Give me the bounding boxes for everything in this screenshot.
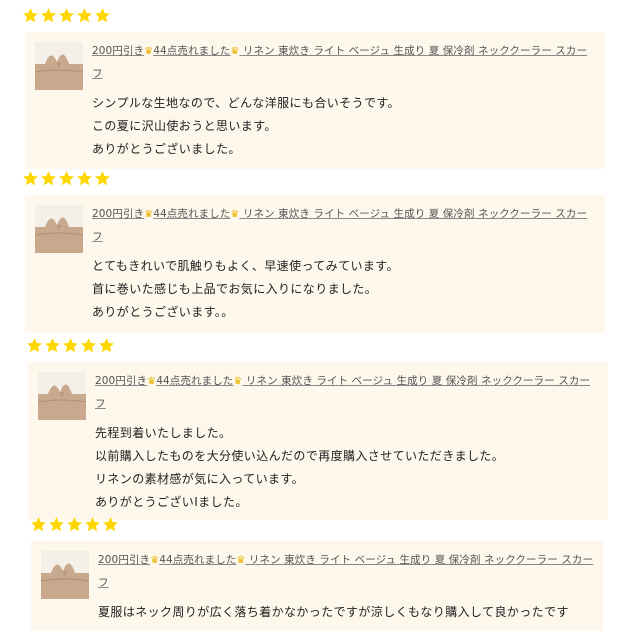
star-rating xyxy=(22,170,111,187)
review-line: この夏に沢山使おうと思います。 xyxy=(92,119,277,133)
crown-icon: ♛ xyxy=(147,376,157,387)
review-card: 200円引き♛44点売れました♛ リネン 東炊き ライト ベージュ 生成り 夏 … xyxy=(31,541,603,631)
crown-icon: ♛ xyxy=(150,555,160,566)
star-icon xyxy=(26,337,43,354)
star-rating xyxy=(22,7,111,24)
review-line: ありがとうございました。 xyxy=(92,142,241,156)
review-text: 先程到着いたしました。 以前購入したものを大分使い込んだので再度購入させていただ… xyxy=(95,422,595,514)
star-icon xyxy=(80,337,97,354)
star-icon xyxy=(94,170,111,187)
product-thumbnail[interactable] xyxy=(41,551,89,599)
star-icon xyxy=(22,170,39,187)
star-icon xyxy=(58,170,75,187)
product-link[interactable]: 200円引き♛44点売れました♛ リネン 東炊き ライト ベージュ 生成り 夏 … xyxy=(95,370,595,416)
star-icon xyxy=(102,516,119,533)
product-thumbnail[interactable] xyxy=(35,205,83,253)
star-icon xyxy=(94,7,111,24)
review-line: 以前購入したものを大分使い込んだので再度購入させていただきました。 xyxy=(95,449,505,463)
product-thumbnail[interactable] xyxy=(38,372,86,420)
review-card: 200円引き♛44点売れました♛ リネン 東炊き ライト ベージュ 生成り 夏 … xyxy=(28,362,608,520)
star-icon xyxy=(30,516,47,533)
star-icon xyxy=(22,7,39,24)
product-link[interactable]: 200円引き♛44点売れました♛ リネン 東炊き ライト ベージュ 生成り 夏 … xyxy=(92,203,592,249)
product-title-part: 200円引き xyxy=(92,45,145,57)
star-icon xyxy=(40,7,57,24)
review-line: ありがとうございIました。 xyxy=(95,495,248,509)
star-icon xyxy=(44,337,61,354)
product-link[interactable]: 200円引き♛44点売れました♛ リネン 東炊き ライト ベージュ 生成り 夏 … xyxy=(98,549,598,595)
star-icon xyxy=(48,516,65,533)
product-title-part: リネン 東炊き ライト ベージュ 生成り 夏 保冷剤 ネッククーラー スカー xyxy=(245,554,594,566)
product-title-part: 200円引き xyxy=(98,554,151,566)
product-title-part: リネン 東炊き ライト ベージュ 生成り 夏 保冷剤 ネッククーラー スカー xyxy=(242,375,591,387)
review-text: シンプルな生地なので、どんな洋服にも合いそうです。 この夏に沢山使おうと思います… xyxy=(92,92,592,161)
product-title-part: 44点売れました xyxy=(153,208,231,220)
review-line: 首に巻いた感じも上品でお気に入りになりました。 xyxy=(92,282,378,296)
star-icon xyxy=(66,516,83,533)
review-line: とてもきれいで肌触りもよく、早速使ってみています。 xyxy=(92,259,399,273)
review-line: リネンの素材感が気に入っています。 xyxy=(95,472,305,486)
crown-icon: ♛ xyxy=(144,46,154,57)
review-text: とてもきれいで肌触りもよく、早速使ってみています。 首に巻いた感じも上品でお気に… xyxy=(92,255,592,324)
review-line: シンプルな生地なので、どんな洋服にも合いそうです。 xyxy=(92,96,400,110)
star-icon xyxy=(62,337,79,354)
product-title-part: リネン 東炊き ライト ベージュ 生成り 夏 保冷剤 ネッククーラー スカー xyxy=(239,45,588,57)
product-title-part: 44点売れました xyxy=(156,375,234,387)
product-title-part: 200円引き xyxy=(95,375,148,387)
product-title-part: フ xyxy=(92,68,103,80)
review-card: 200円引き♛44点売れました♛ リネン 東炊き ライト ベージュ 生成り 夏 … xyxy=(25,32,605,169)
star-icon xyxy=(76,7,93,24)
review-line: 先程到着いたしました。 xyxy=(95,426,232,440)
product-title-part: 200円引き xyxy=(92,208,145,220)
product-title-part: フ xyxy=(98,577,109,589)
product-thumbnail[interactable] xyxy=(35,42,83,90)
star-icon xyxy=(58,7,75,24)
product-title-part: 44点売れました xyxy=(159,554,237,566)
product-title-part: フ xyxy=(92,231,103,243)
star-rating xyxy=(30,516,119,533)
review-line: ありがとうございます。。 xyxy=(92,305,234,319)
star-icon xyxy=(84,516,101,533)
star-icon xyxy=(76,170,93,187)
product-title-part: リネン 東炊き ライト ベージュ 生成り 夏 保冷剤 ネッククーラー スカー xyxy=(239,208,588,220)
review-card: 200円引き♛44点売れました♛ リネン 東炊き ライト ベージュ 生成り 夏 … xyxy=(25,195,605,333)
star-rating xyxy=(26,337,115,354)
star-icon xyxy=(40,170,57,187)
star-icon xyxy=(98,337,115,354)
review-text: 夏服はネック周りが広く落ち着かなかったですが涼しくもなり購入して良かったです xyxy=(98,601,598,624)
product-title-part: フ xyxy=(95,398,106,410)
review-line: 夏服はネック周りが広く落ち着かなかったですが涼しくもなり購入して良かったです xyxy=(98,605,569,619)
product-link[interactable]: 200円引き♛44点売れました♛ リネン 東炊き ライト ベージュ 生成り 夏 … xyxy=(92,40,592,86)
crown-icon: ♛ xyxy=(144,209,154,220)
product-title-part: 44点売れました xyxy=(153,45,231,57)
